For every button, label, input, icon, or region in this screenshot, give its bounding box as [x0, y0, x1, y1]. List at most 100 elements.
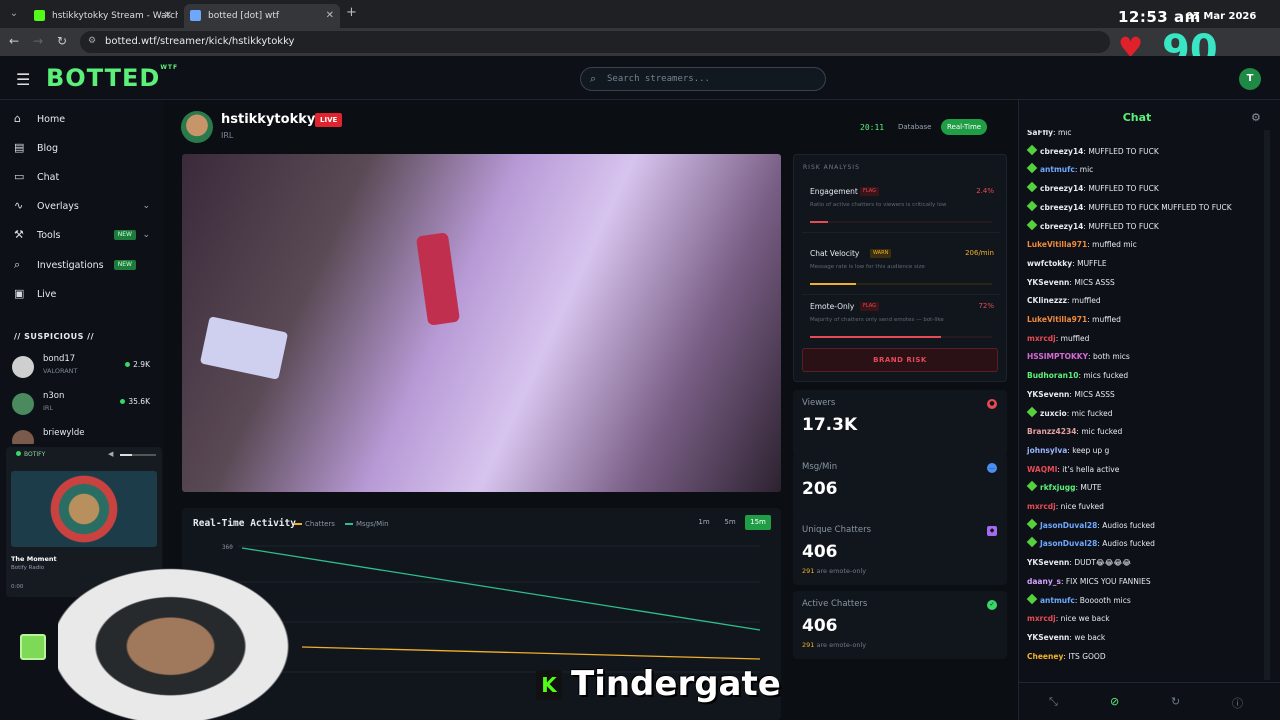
chat-username[interactable]: HSSIMPTOKKY: [1027, 352, 1088, 361]
chat-panel: Chat ⚙ SaFfly: mic cbreezy14: MUFFLED TO …: [1018, 100, 1280, 720]
chat-username[interactable]: wwfctokky: [1027, 259, 1072, 268]
suspicious-item[interactable]: n3on IRL 35.6K: [12, 389, 152, 419]
chat-username[interactable]: Cheeney: [1027, 652, 1063, 661]
chat-username[interactable]: mxrcdj: [1027, 614, 1056, 623]
refresh-icon[interactable]: ↻: [1171, 695, 1180, 708]
stream-video[interactable]: [182, 154, 781, 492]
browser-tab-botted[interactable]: botted [dot] wtf ✕: [184, 4, 340, 28]
users-icon: ◆: [987, 526, 997, 536]
site-logo[interactable]: BOTTEDWTF: [46, 64, 178, 92]
chat-username[interactable]: cbreezy14: [1040, 184, 1083, 193]
stat-value: 206: [802, 479, 838, 499]
risk-name: Engagement: [810, 187, 858, 196]
activity-icon: ∿: [14, 199, 24, 212]
chat-username[interactable]: cbreezy14: [1040, 147, 1083, 156]
chat-username[interactable]: cbreezy14: [1040, 203, 1083, 212]
streamer-category: IRL: [43, 404, 54, 412]
subscriber-badge-icon: [1026, 518, 1038, 529]
sidebar-item-investigations[interactable]: ⌕ Investigations NEW: [14, 254, 154, 276]
search-input[interactable]: [607, 71, 817, 87]
sidebar-item-blog[interactable]: ▤ Blog: [14, 137, 154, 159]
chat-username[interactable]: antmufc: [1040, 165, 1075, 174]
volume-icon[interactable]: ◀: [108, 450, 113, 458]
subscriber-badge-icon: [1026, 181, 1038, 193]
chat-message-list[interactable]: SaFfly: mic cbreezy14: MUFFLED TO FUCK ant…: [1019, 130, 1265, 676]
tab-title: hstikkytokky Stream - Watch Li: [52, 11, 178, 21]
viewers-card: Viewers 17.3K ●: [793, 390, 1007, 456]
range-1m-button[interactable]: 1m: [693, 515, 715, 530]
chat-text: FIX MICS YOU FANNIES: [1065, 576, 1151, 586]
legend-chatters: Chatters: [294, 520, 335, 528]
streamer-name[interactable]: hstikkytokky: [221, 112, 315, 127]
sidebar-item-overlays[interactable]: ∿ Overlays ⌄: [14, 195, 154, 217]
chat-username[interactable]: YKSevenn: [1027, 390, 1069, 399]
gear-icon[interactable]: ⚙: [1251, 111, 1261, 124]
chat-username[interactable]: WAQMI: [1027, 465, 1057, 474]
chat-username[interactable]: zuxcio: [1040, 409, 1067, 418]
suspicious-item[interactable]: bond17 VALORANT 2.9K: [12, 352, 152, 382]
chat-username[interactable]: YKSevenn: [1027, 278, 1069, 287]
user-avatar[interactable]: T: [1239, 68, 1261, 90]
sidebar-item-home[interactable]: ⌂ Home: [14, 108, 154, 130]
chat-username[interactable]: rkfxjugg: [1040, 483, 1075, 492]
chat-username[interactable]: mxrcdj: [1027, 502, 1056, 511]
sidebar-item-live[interactable]: ▣ Live: [14, 283, 154, 305]
info-icon[interactable]: ⓘ: [1232, 695, 1243, 711]
chat-username[interactable]: cbreezy14: [1040, 222, 1083, 231]
chat-username[interactable]: Branzz4234: [1027, 427, 1076, 436]
subscriber-badge-icon: [1026, 219, 1038, 230]
chat-username[interactable]: daany_s: [1027, 577, 1061, 586]
database-button[interactable]: Database: [893, 119, 936, 135]
range-5m-button[interactable]: 5m: [719, 515, 741, 530]
menu-icon[interactable]: ☰: [16, 70, 30, 89]
filter-icon[interactable]: ⊘: [1110, 695, 1119, 708]
stat-sub-text: are emote-only: [814, 641, 867, 649]
site-info-icon[interactable]: ⚙: [88, 36, 96, 46]
realtime-button[interactable]: Real-Time: [941, 119, 988, 135]
back-icon[interactable]: ←: [6, 34, 22, 48]
chat-username[interactable]: LukeVitilla971: [1027, 315, 1087, 324]
browser-tab-kick[interactable]: hstikkytokky Stream - Watch Li ✕: [28, 4, 178, 28]
chat-scrollbar[interactable]: [1264, 130, 1270, 680]
brand-risk-button[interactable]: BRAND RISK: [802, 348, 998, 372]
chat-message: mxrcdj: muffled: [1027, 330, 1089, 348]
chat-text: it’s hella active: [1062, 464, 1120, 474]
chat-username[interactable]: YKSevenn: [1027, 633, 1069, 642]
browser-url-bar: ← → ↻ ⚙ botted.wtf/streamer/kick/hstikky…: [0, 28, 1280, 76]
new-tab-icon[interactable]: +: [346, 5, 357, 20]
chat-username[interactable]: johnsylva: [1027, 446, 1067, 455]
risk-chat-velocity: Chat Velocity WARN 206/min Message rate …: [802, 243, 1000, 295]
chat-text: mic: [1079, 165, 1094, 175]
sidebar-item-tools[interactable]: ⚒ Tools NEW ⌄: [14, 224, 154, 246]
risk-flag: FLAG: [860, 302, 879, 311]
chat-username[interactable]: JasonDuval28: [1040, 521, 1097, 530]
volume-slider[interactable]: [120, 454, 156, 456]
chat-text: ITS GOOD: [1068, 651, 1106, 661]
chat-username[interactable]: antmufc: [1040, 596, 1075, 605]
subscriber-badge-icon: [1026, 480, 1038, 492]
suspicious-item[interactable]: briewylde: [12, 426, 152, 444]
sidebar-item-chat[interactable]: ▭ Chat: [14, 166, 154, 188]
chat-username[interactable]: CKlinezzz: [1027, 296, 1067, 305]
collapse-icon[interactable]: ⤡: [1049, 695, 1058, 709]
chat-username[interactable]: Budhoran10: [1027, 371, 1078, 380]
webcam-overlay: [58, 556, 308, 720]
green-button[interactable]: [20, 634, 46, 660]
close-tab-icon[interactable]: ✕: [326, 4, 334, 28]
reload-icon[interactable]: ↻: [54, 34, 70, 48]
address-field[interactable]: ⚙ botted.wtf/streamer/kick/hstikkytokky: [80, 31, 1110, 53]
chat-text: Audios fucked: [1102, 539, 1155, 549]
forward-icon[interactable]: →: [30, 34, 46, 48]
chat-username[interactable]: LukeVitilla971: [1027, 240, 1087, 249]
tab-search-icon[interactable]: ⌄: [6, 6, 22, 22]
chat-username[interactable]: mxrcdj: [1027, 334, 1056, 343]
chat-username[interactable]: YKSevenn: [1027, 558, 1069, 567]
chat-message: YKSevenn: DUDT😂😂😂😂: [1027, 554, 1131, 572]
chat-username[interactable]: JasonDuval28: [1040, 539, 1097, 548]
range-15m-button[interactable]: 15m: [745, 515, 771, 530]
stat-sub-num: 291: [802, 567, 815, 575]
legend-msgs: Msgs/Min: [345, 520, 389, 528]
close-tab-icon[interactable]: ✕: [164, 4, 172, 28]
y-tick-label: 360: [222, 544, 233, 551]
chat-username[interactable]: SaFfly: [1027, 130, 1053, 137]
